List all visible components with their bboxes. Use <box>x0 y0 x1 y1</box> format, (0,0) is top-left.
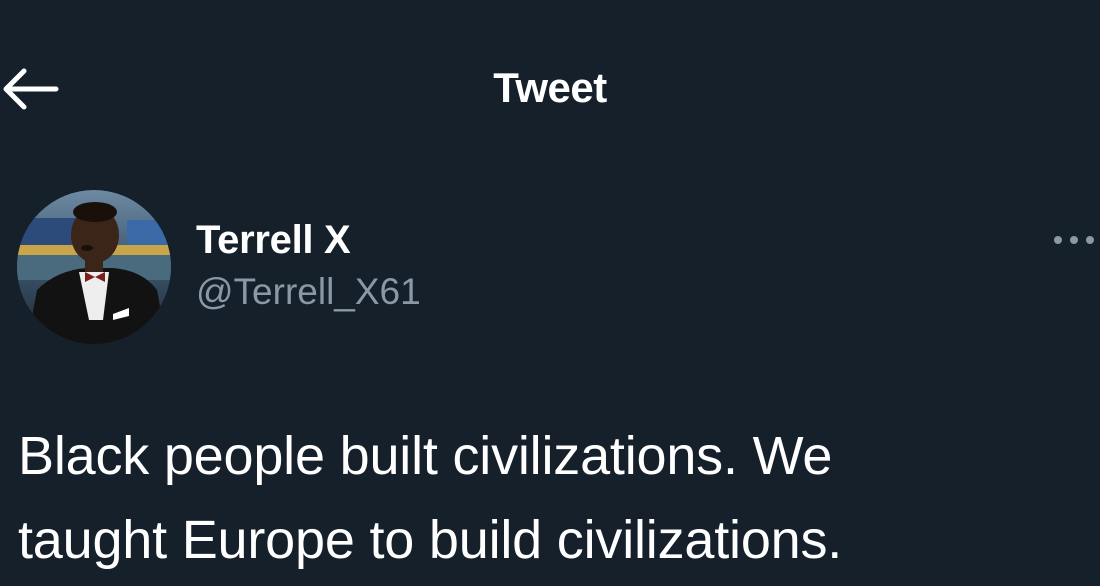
avatar-photo <box>17 190 171 344</box>
tweet-text: Black people built civilizations. We tau… <box>18 426 843 570</box>
author-info: Terrell X @Terrell_X61 <box>196 216 421 314</box>
tweet-author-row: Terrell X @Terrell_X61 <box>0 186 1100 356</box>
avatar[interactable] <box>17 190 171 344</box>
top-bar: Tweet <box>0 0 1100 180</box>
author-display-name[interactable]: Terrell X <box>196 216 421 264</box>
more-horizontal-icon <box>1054 236 1094 244</box>
author-handle[interactable]: @Terrell_X61 <box>196 270 421 314</box>
page-title: Tweet <box>493 64 607 111</box>
more-options-button[interactable] <box>1048 228 1100 252</box>
